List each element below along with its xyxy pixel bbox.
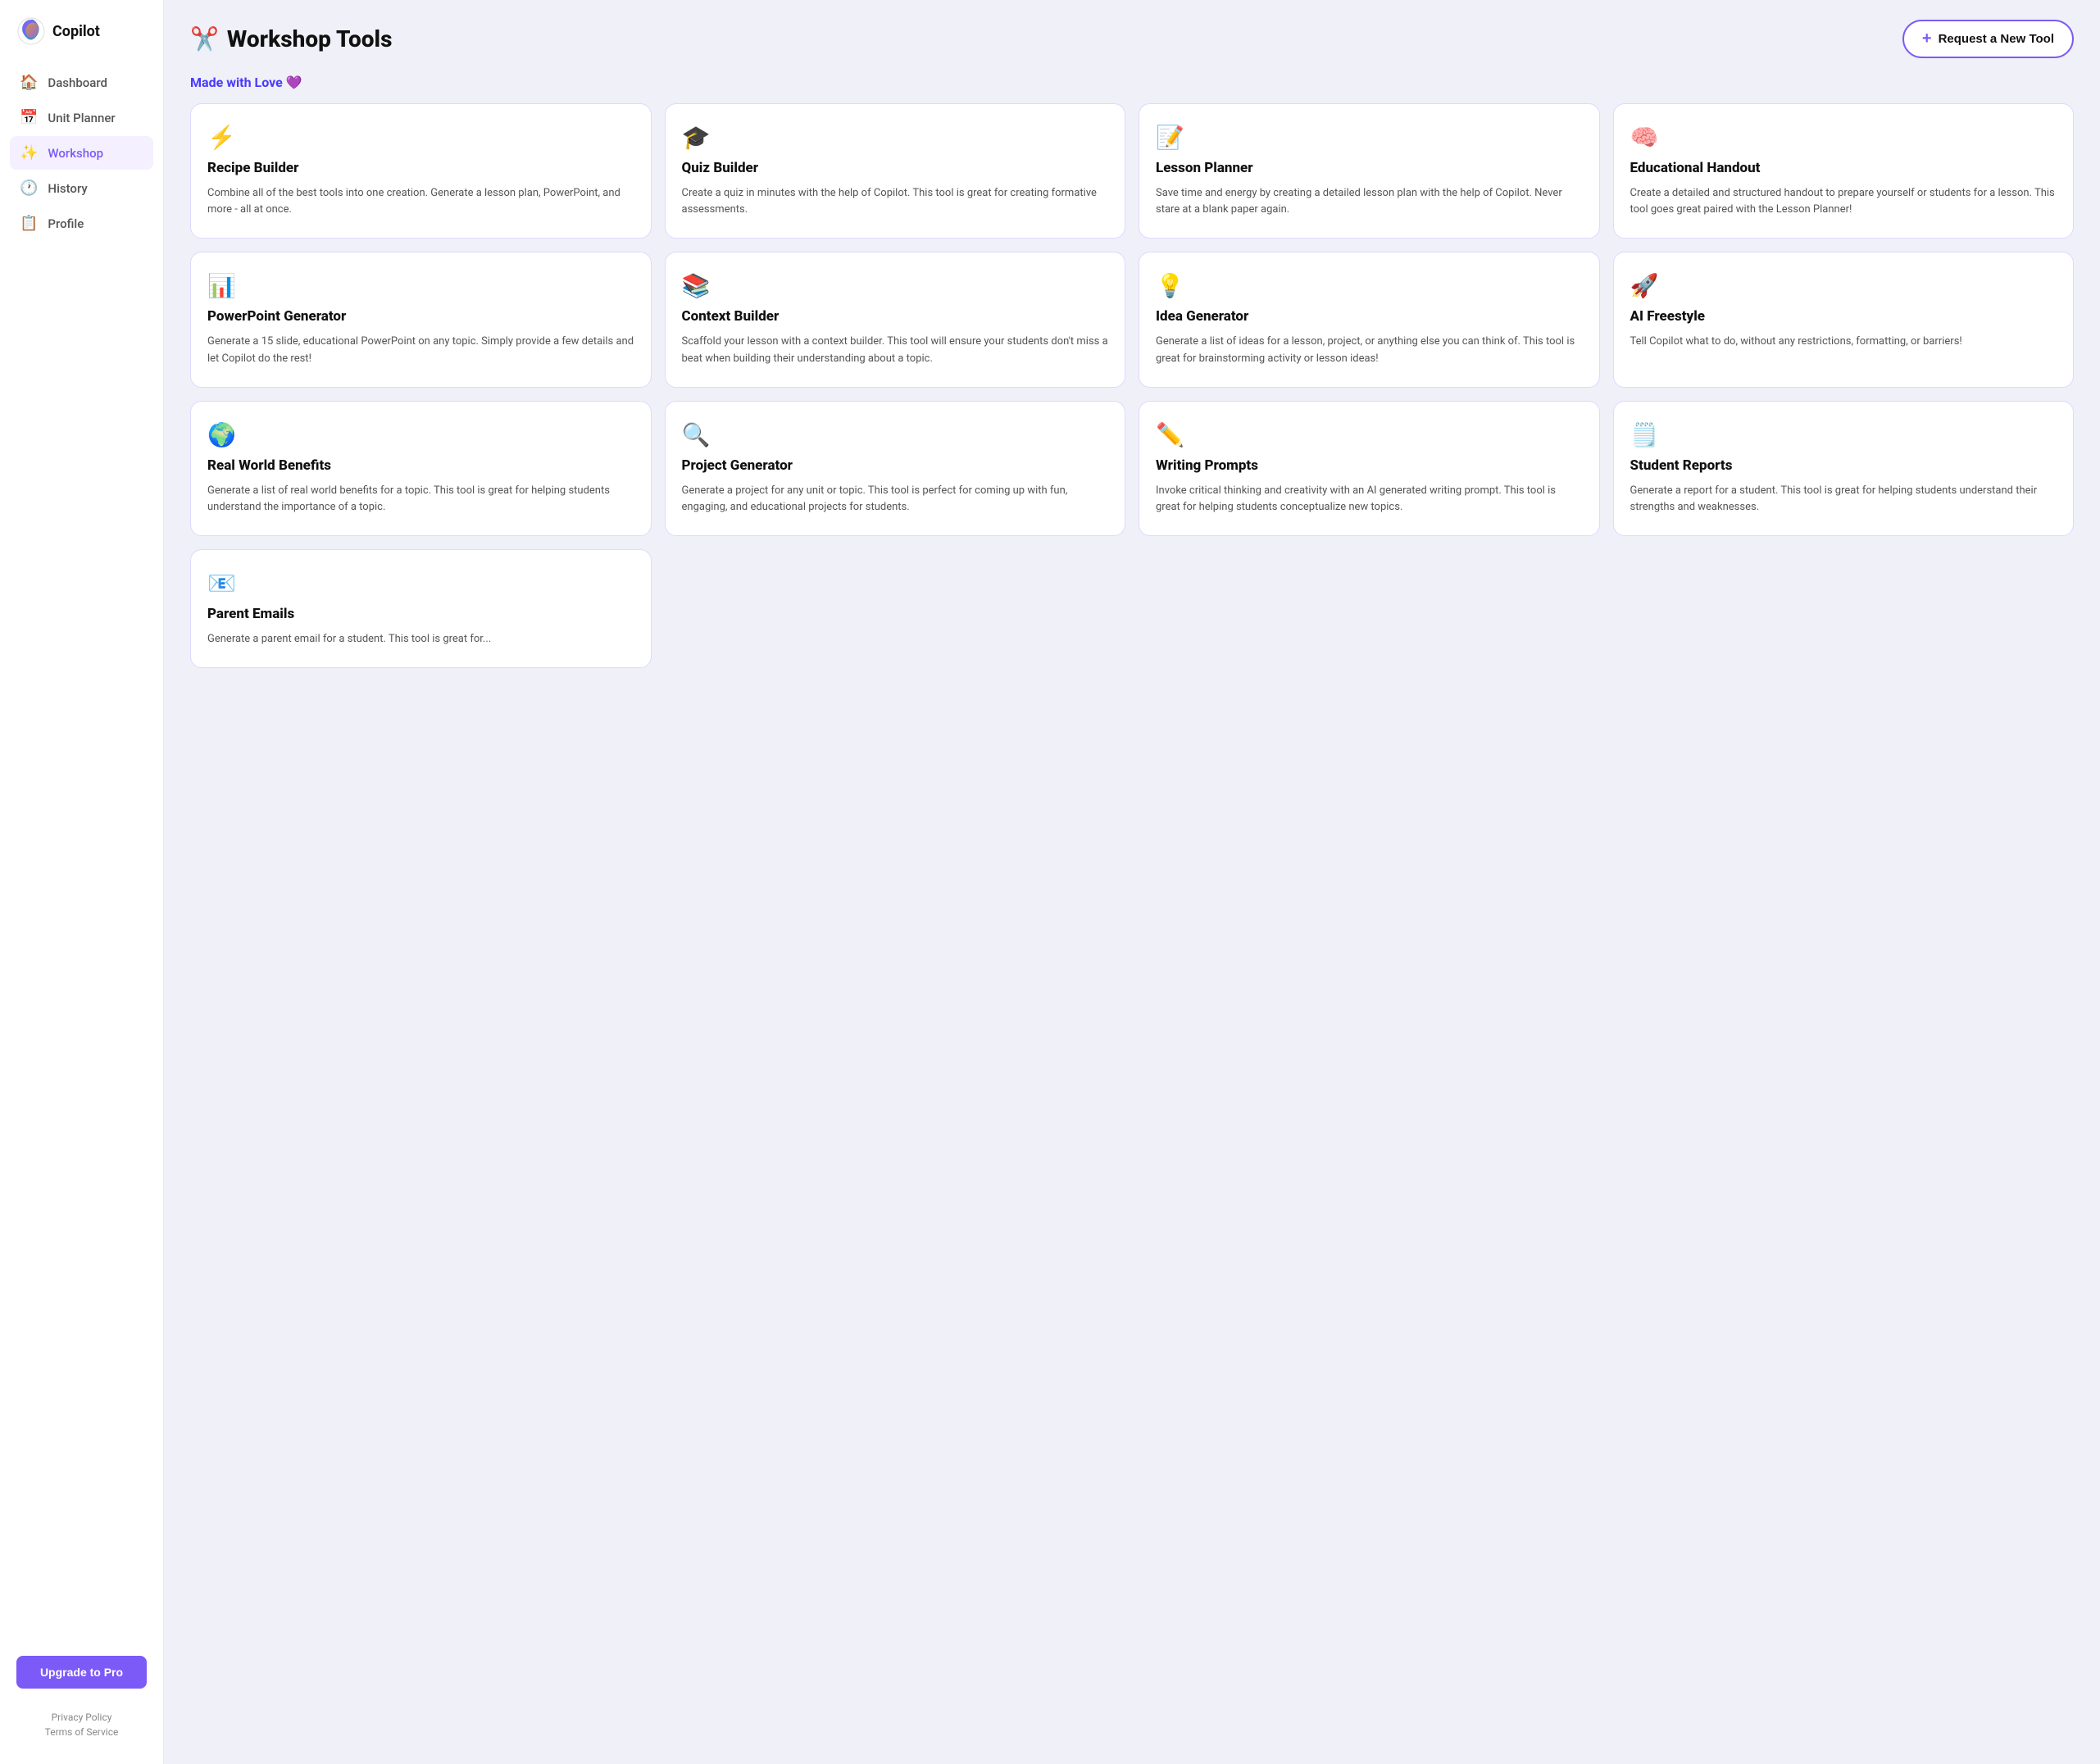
sidebar-item-dashboard[interactable]: 🏠 Dashboard	[10, 66, 153, 99]
tool-card-lesson-planner[interactable]: 📝 Lesson Planner Save time and energy by…	[1139, 103, 1600, 239]
sidebar-logo: Copilot	[0, 16, 163, 66]
tool-desc-idea-generator: Generate a list of ideas for a lesson, p…	[1156, 334, 1583, 366]
logo-text: Copilot	[52, 23, 100, 40]
tool-card-context-builder[interactable]: 📚 Context Builder Scaffold your lesson w…	[665, 252, 1126, 387]
main-title: ✂️ Workshop Tools	[190, 25, 392, 52]
upgrade-button[interactable]: Upgrade to Pro	[16, 1656, 147, 1689]
tool-desc-real-world-benefits: Generate a list of real world benefits f…	[207, 483, 634, 516]
tool-desc-quiz-builder: Create a quiz in minutes with the help o…	[682, 185, 1109, 218]
tool-icon-student-reports: 🗒️	[1630, 421, 2057, 448]
sidebar-item-dashboard-label: Dashboard	[48, 75, 107, 90]
tool-icon-context-builder: 📚	[682, 272, 1109, 299]
terms-of-service-link[interactable]: Terms of Service	[45, 1726, 119, 1738]
tool-icon-quiz-builder: 🎓	[682, 124, 1109, 151]
tool-card-idea-generator[interactable]: 💡 Idea Generator Generate a list of idea…	[1139, 252, 1600, 387]
tool-title-student-reports: Student Reports	[1630, 457, 2057, 475]
dashboard-icon: 🏠	[20, 74, 38, 91]
tool-desc-writing-prompts: Invoke critical thinking and creativity …	[1156, 483, 1583, 516]
tool-title-parent-emails: Parent Emails	[207, 605, 634, 623]
sidebar-upgrade: Upgrade to Pro	[0, 1643, 163, 1702]
tool-title-ai-freestyle: AI Freestyle	[1630, 307, 2057, 325]
tool-icon-parent-emails: 📧	[207, 570, 634, 597]
workshop-tools-icon: ✂️	[190, 25, 219, 52]
request-btn-label: Request a New Tool	[1939, 32, 2054, 46]
tool-card-educational-handout[interactable]: 🧠 Educational Handout Create a detailed …	[1613, 103, 2075, 239]
sidebar-item-history-label: History	[48, 181, 87, 196]
tools-grid: ⚡ Recipe Builder Combine all of the best…	[190, 103, 2074, 668]
tool-icon-educational-handout: 🧠	[1630, 124, 2057, 151]
sidebar-item-profile-label: Profile	[48, 216, 84, 231]
tool-title-idea-generator: Idea Generator	[1156, 307, 1583, 325]
sidebar-nav: 🏠 Dashboard 📅 Unit Planner ✨ Workshop 🕐 …	[0, 66, 163, 1636]
tool-card-real-world-benefits[interactable]: 🌍 Real World Benefits Generate a list of…	[190, 401, 652, 536]
tool-title-writing-prompts: Writing Prompts	[1156, 457, 1583, 475]
tool-title-powerpoint-generator: PowerPoint Generator	[207, 307, 634, 325]
tool-title-lesson-planner: Lesson Planner	[1156, 159, 1583, 177]
tool-desc-recipe-builder: Combine all of the best tools into one c…	[207, 185, 634, 218]
tool-desc-project-generator: Generate a project for any unit or topic…	[682, 483, 1109, 516]
tool-card-recipe-builder[interactable]: ⚡ Recipe Builder Combine all of the best…	[190, 103, 652, 239]
tool-card-writing-prompts[interactable]: ✏️ Writing Prompts Invoke critical think…	[1139, 401, 1600, 536]
request-new-tool-button[interactable]: + Request a New Tool	[1902, 20, 2074, 58]
sidebar-item-profile[interactable]: 📋 Profile	[10, 207, 153, 240]
sidebar-item-unit-planner-label: Unit Planner	[48, 111, 115, 125]
sidebar-item-history[interactable]: 🕐 History	[10, 171, 153, 205]
tool-desc-educational-handout: Create a detailed and structured handout…	[1630, 185, 2057, 218]
tool-title-context-builder: Context Builder	[682, 307, 1109, 325]
tool-icon-lesson-planner: 📝	[1156, 124, 1583, 151]
workshop-icon: ✨	[20, 144, 38, 161]
tool-card-powerpoint-generator[interactable]: 📊 PowerPoint Generator Generate a 15 sli…	[190, 252, 652, 387]
tool-title-project-generator: Project Generator	[682, 457, 1109, 475]
tool-icon-idea-generator: 💡	[1156, 272, 1583, 299]
sidebar-item-workshop[interactable]: ✨ Workshop	[10, 136, 153, 170]
main-header: ✂️ Workshop Tools + Request a New Tool	[190, 20, 2074, 58]
tool-desc-ai-freestyle: Tell Copilot what to do, without any res…	[1630, 334, 2057, 350]
history-icon: 🕐	[20, 180, 38, 197]
page-title: Workshop Tools	[227, 25, 393, 52]
tool-card-student-reports[interactable]: 🗒️ Student Reports Generate a report for…	[1613, 401, 2075, 536]
tool-desc-parent-emails: Generate a parent email for a student. T…	[207, 631, 634, 648]
tool-title-educational-handout: Educational Handout	[1630, 159, 2057, 177]
tool-icon-writing-prompts: ✏️	[1156, 421, 1583, 448]
tool-card-project-generator[interactable]: 🔍 Project Generator Generate a project f…	[665, 401, 1126, 536]
unit-planner-icon: 📅	[20, 109, 38, 126]
section-heading: Made with Love 💜	[190, 75, 2074, 90]
tool-desc-powerpoint-generator: Generate a 15 slide, educational PowerPo…	[207, 334, 634, 366]
tool-icon-recipe-builder: ⚡	[207, 124, 634, 151]
tool-card-ai-freestyle[interactable]: 🚀 AI Freestyle Tell Copilot what to do, …	[1613, 252, 2075, 387]
tool-title-recipe-builder: Recipe Builder	[207, 159, 634, 177]
tool-icon-project-generator: 🔍	[682, 421, 1109, 448]
tool-icon-real-world-benefits: 🌍	[207, 421, 634, 448]
tool-desc-student-reports: Generate a report for a student. This to…	[1630, 483, 2057, 516]
tool-title-real-world-benefits: Real World Benefits	[207, 457, 634, 475]
profile-icon: 📋	[20, 215, 38, 232]
privacy-policy-link[interactable]: Privacy Policy	[52, 1712, 112, 1723]
tool-card-parent-emails[interactable]: 📧 Parent Emails Generate a parent email …	[190, 549, 652, 668]
tool-icon-ai-freestyle: 🚀	[1630, 272, 2057, 299]
sidebar: Copilot 🏠 Dashboard 📅 Unit Planner ✨ Wor…	[0, 0, 164, 1764]
sidebar-footer: Privacy Policy Terms of Service	[0, 1702, 163, 1748]
request-plus-icon: +	[1922, 30, 1932, 48]
tool-card-quiz-builder[interactable]: 🎓 Quiz Builder Create a quiz in minutes …	[665, 103, 1126, 239]
tool-icon-powerpoint-generator: 📊	[207, 272, 634, 299]
sidebar-item-unit-planner[interactable]: 📅 Unit Planner	[10, 101, 153, 134]
copilot-logo-icon	[16, 16, 46, 46]
tool-desc-context-builder: Scaffold your lesson with a context buil…	[682, 334, 1109, 366]
tool-title-quiz-builder: Quiz Builder	[682, 159, 1109, 177]
tool-desc-lesson-planner: Save time and energy by creating a detai…	[1156, 185, 1583, 218]
sidebar-item-workshop-label: Workshop	[48, 146, 103, 161]
main-content: ✂️ Workshop Tools + Request a New Tool M…	[164, 0, 2100, 1764]
